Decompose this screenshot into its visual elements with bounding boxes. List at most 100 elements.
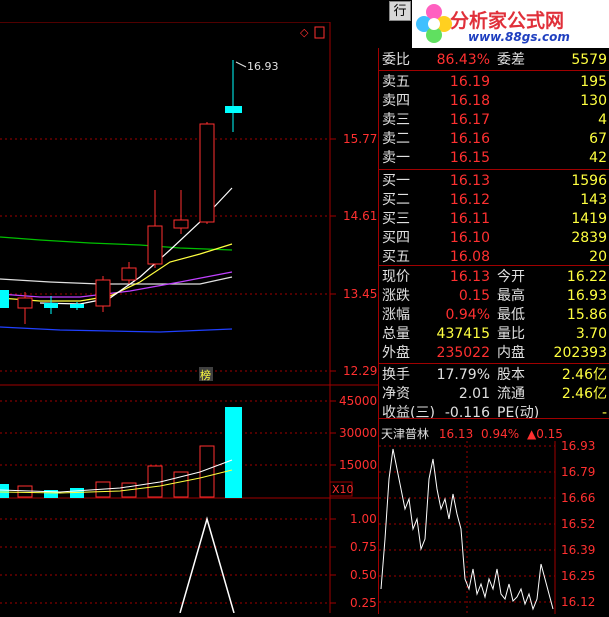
volume-tick: 15000 bbox=[339, 458, 377, 472]
stat-value: 16.13 bbox=[449, 269, 490, 285]
intraday-tick: 16.93 bbox=[561, 439, 595, 453]
ask-volume: 195 bbox=[580, 74, 607, 90]
indicator-tick: 0.75 bbox=[350, 540, 377, 554]
ask-row: 卖二 16.16 67 bbox=[379, 129, 609, 149]
fundamental-row: 换手 17.79% 股本 2.46亿 bbox=[379, 365, 609, 385]
stat-value: 15.86 bbox=[566, 307, 607, 323]
intraday-tick: 16.39 bbox=[561, 543, 595, 557]
divider bbox=[379, 265, 609, 266]
board-tag[interactable]: 榜 bbox=[200, 368, 211, 382]
candle bbox=[95, 279, 111, 307]
high-marker: 16.93 bbox=[247, 60, 279, 73]
bid-row: 买一 16.13 1596 bbox=[379, 171, 609, 191]
stat-row: 现价 16.13 今开 16.22 bbox=[379, 267, 609, 287]
ma-white-long bbox=[0, 276, 233, 285]
ask-volume: 4 bbox=[598, 112, 607, 128]
stat-label: 总量 bbox=[382, 326, 410, 342]
weibi-label: 委比 bbox=[382, 52, 410, 68]
volume-multiplier: X10 bbox=[332, 483, 354, 496]
intraday-tick: 16.12 bbox=[561, 595, 595, 609]
ask-label: 卖二 bbox=[382, 131, 410, 147]
candle bbox=[225, 106, 242, 113]
stat-value: 3.70 bbox=[575, 326, 607, 342]
indicator-tick: 1.00 bbox=[350, 512, 377, 526]
bid-row: 买二 16.12 143 bbox=[379, 190, 609, 210]
ma-blue bbox=[0, 326, 233, 333]
stat-row: 涨幅 0.94% 最低 15.86 bbox=[379, 305, 609, 325]
volume-tick: 30000 bbox=[339, 426, 377, 440]
intraday-panel[interactable]: 天津普林 16.13 0.94% ▲0.15 16.93 16.79 16.66… bbox=[378, 418, 609, 614]
stat-value: 437415 bbox=[436, 326, 490, 342]
stat-label: 最低 bbox=[497, 307, 525, 323]
intraday-tick: 16.79 bbox=[561, 465, 595, 479]
ask-label: 卖五 bbox=[382, 74, 410, 90]
candle bbox=[44, 303, 58, 308]
ask-price: 16.15 bbox=[449, 150, 490, 166]
ask-price: 16.19 bbox=[449, 74, 490, 90]
weibi-value: 86.43% bbox=[436, 52, 490, 68]
volume-bar bbox=[17, 485, 33, 498]
divider bbox=[379, 363, 609, 364]
bid-price: 16.10 bbox=[449, 230, 490, 246]
price-tick: 12.29 bbox=[343, 364, 377, 378]
stat-row: 总量 437415 量比 3.70 bbox=[379, 324, 609, 344]
bid-volume: 20 bbox=[589, 249, 607, 265]
intraday-tick: 16.25 bbox=[561, 569, 595, 583]
candle bbox=[147, 225, 163, 265]
bid-label: 买一 bbox=[382, 173, 410, 189]
weibi-row: 委比 86.43% 委差 5579 bbox=[379, 50, 609, 70]
ask-volume: 42 bbox=[589, 150, 607, 166]
stat-value: 0.15 bbox=[458, 288, 490, 304]
price-tick: 14.61 bbox=[343, 209, 377, 223]
fundamental-value: 17.79% bbox=[436, 367, 490, 383]
quote-panel: 委比 86.43% 委差 5579 卖五 16.19 195 卖四 16.18 130 卖三… bbox=[378, 48, 609, 421]
stat-value: 16.22 bbox=[566, 269, 607, 285]
price-tick: 13.45 bbox=[343, 287, 377, 301]
stat-label: 量比 bbox=[497, 326, 525, 342]
candle bbox=[0, 290, 9, 308]
ask-volume: 67 bbox=[589, 131, 607, 147]
ask-price: 16.18 bbox=[449, 93, 490, 109]
kline-chart[interactable]: 15.77 14.61 13.45 12.29 45000 30000 1500… bbox=[0, 21, 378, 614]
bid-price: 16.13 bbox=[449, 173, 490, 189]
bid-price: 16.08 bbox=[449, 249, 490, 265]
window-icon[interactable] bbox=[314, 26, 325, 39]
candle bbox=[70, 304, 84, 308]
stat-label: 今开 bbox=[497, 269, 525, 285]
stat-row: 外盘 235022 内盘 202393 bbox=[379, 343, 609, 363]
stat-label: 外盘 bbox=[382, 345, 410, 361]
candle bbox=[17, 297, 33, 309]
volume-tick: 45000 bbox=[339, 394, 377, 408]
flower-logo-icon bbox=[416, 4, 452, 43]
intraday-tick: 16.66 bbox=[561, 491, 595, 505]
fundamental-row: 净资 2.01 流通 2.46亿 bbox=[379, 384, 609, 404]
bid-volume: 2839 bbox=[571, 230, 607, 246]
ask-label: 卖一 bbox=[382, 150, 410, 166]
diamond-icon[interactable]: ◇ bbox=[300, 26, 309, 39]
stat-label: 内盘 bbox=[497, 345, 525, 361]
vol-ma-yellow bbox=[0, 469, 233, 494]
volume-bar bbox=[225, 407, 242, 498]
volume-bar bbox=[147, 465, 163, 498]
bid-volume: 1596 bbox=[571, 173, 607, 189]
stat-row: 涨跌 0.15 最高 16.93 bbox=[379, 286, 609, 306]
stat-label: 涨跌 bbox=[382, 288, 410, 304]
bid-row: 买四 16.10 2839 bbox=[379, 228, 609, 248]
bid-price: 16.12 bbox=[449, 192, 490, 208]
stat-value: 16.93 bbox=[566, 288, 607, 304]
ask-row: 卖四 16.18 130 bbox=[379, 91, 609, 111]
logo-url[interactable]: www.88gs.com bbox=[468, 30, 570, 44]
bid-label: 买五 bbox=[382, 249, 410, 265]
stat-value: 202393 bbox=[553, 345, 607, 361]
stat-label: 现价 bbox=[382, 269, 410, 285]
bid-label: 买二 bbox=[382, 192, 410, 208]
menu-button[interactable]: 行 bbox=[389, 1, 411, 21]
intraday-svg: 16.93 16.79 16.66 16.52 16.39 16.25 16.1… bbox=[379, 439, 595, 614]
candle bbox=[121, 267, 137, 281]
ask-price: 16.16 bbox=[449, 131, 490, 147]
ask-row: 卖五 16.19 195 bbox=[379, 72, 609, 92]
kline-svg: 15.77 14.61 13.45 12.29 45000 30000 1500… bbox=[0, 21, 378, 614]
fundamental-label: 净资 bbox=[382, 386, 410, 402]
ask-row: 卖三 16.17 4 bbox=[379, 110, 609, 130]
weicha-label: 委差 bbox=[497, 52, 525, 68]
